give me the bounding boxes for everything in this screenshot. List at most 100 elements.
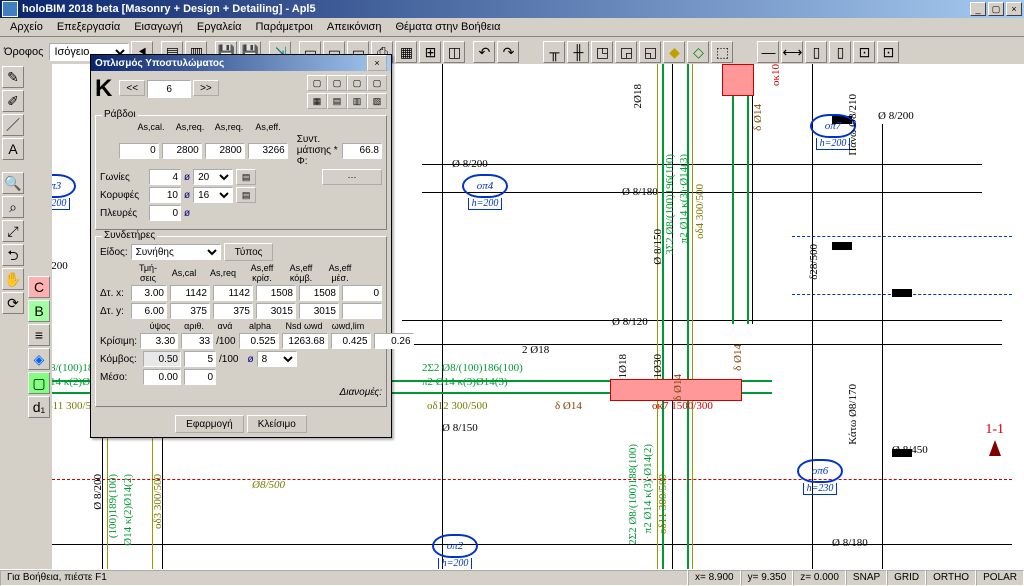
kr0[interactable] <box>140 333 178 349</box>
line-icon[interactable]: ／ <box>2 114 24 136</box>
menu-tools[interactable]: Εργαλεία <box>191 20 248 34</box>
mini-1[interactable]: ▢ <box>307 75 327 91</box>
edges-n[interactable] <box>149 187 181 203</box>
close-button[interactable]: × <box>1006 2 1022 16</box>
kr4[interactable] <box>282 333 328 349</box>
refresh-icon[interactable]: ⟳ <box>2 292 24 314</box>
pencil2-icon[interactable]: ✐ <box>2 90 24 112</box>
menu-file[interactable]: Αρχείο <box>4 20 49 34</box>
kv-d[interactable]: 8 <box>257 351 297 367</box>
edges-d[interactable]: 16 <box>193 187 233 203</box>
box4-icon[interactable]: ◆ <box>663 41 685 63</box>
dx2[interactable] <box>213 285 253 301</box>
undo-icon[interactable]: ↶ <box>473 41 495 63</box>
dialog-close-icon[interactable]: × <box>367 55 387 71</box>
corners-add[interactable]: ▤ <box>236 169 256 185</box>
box1-icon[interactable]: ◳ <box>591 41 613 63</box>
menu-insert[interactable]: Εισαγωγή <box>128 20 189 34</box>
dim6-icon[interactable]: ⊡ <box>877 41 899 63</box>
menu-params[interactable]: Παράμετροι <box>250 20 319 34</box>
stirrup-type-btn[interactable]: Τύπος <box>224 243 274 261</box>
dy5[interactable] <box>342 303 382 319</box>
zoom-area-icon[interactable]: ⌕ <box>2 196 24 218</box>
dim4-icon[interactable]: ▯ <box>829 41 851 63</box>
mini-7[interactable]: ▥ <box>347 93 367 109</box>
ms1[interactable] <box>184 369 216 385</box>
kr1[interactable] <box>181 333 213 349</box>
mini-8[interactable]: ▧ <box>367 93 387 109</box>
dx3[interactable] <box>256 285 296 301</box>
frame2-icon[interactable]: ╫ <box>567 41 589 63</box>
minimize-button[interactable]: _ <box>970 2 986 16</box>
pencil-icon[interactable]: ✎ <box>2 66 24 88</box>
menu-view[interactable]: Απεικόνιση <box>321 20 388 34</box>
menu-help[interactable]: Θέματα στην Βοήθεια <box>389 20 506 34</box>
redo-icon[interactable]: ↷ <box>497 41 519 63</box>
red-layer-icon[interactable]: C <box>28 276 50 298</box>
mini-4[interactable]: ▢ <box>367 75 387 91</box>
green-layer-icon[interactable]: B <box>28 300 50 322</box>
layer1-icon[interactable]: ≡ <box>28 324 50 346</box>
grid-icon[interactable]: ▦ <box>395 41 417 63</box>
bars-options[interactable]: ⋯ <box>322 169 382 185</box>
dx1[interactable] <box>170 285 210 301</box>
dim1-icon[interactable]: — <box>757 41 779 63</box>
mini-6[interactable]: ▤ <box>327 93 347 109</box>
dim2-icon[interactable]: ⟷ <box>781 41 803 63</box>
zoom-icon[interactable]: 🔍 <box>2 172 24 194</box>
mini-5[interactable]: ▦ <box>307 93 327 109</box>
status-snap[interactable]: SNAP <box>846 570 887 586</box>
kr5[interactable] <box>331 333 371 349</box>
zoom-prev-icon[interactable]: ⮌ <box>2 244 24 266</box>
ms0[interactable] <box>143 369 181 385</box>
dy1[interactable] <box>170 303 210 319</box>
sides-n[interactable] <box>149 205 181 221</box>
box3-icon[interactable]: ◱ <box>639 41 661 63</box>
edges-add[interactable]: ▤ <box>236 187 256 203</box>
rec-first[interactable]: << <box>119 80 145 96</box>
apply-button[interactable]: Εφαρμογή <box>175 415 244 433</box>
close-dialog-button[interactable]: Κλείσιμο <box>247 415 307 433</box>
dx0[interactable] <box>131 285 167 301</box>
diamond-icon[interactable]: ◈ <box>28 348 50 370</box>
box2-icon[interactable]: ◲ <box>615 41 637 63</box>
corners-n[interactable] <box>149 169 181 185</box>
dy2[interactable] <box>213 303 253 319</box>
dim5-icon[interactable]: ⊡ <box>853 41 875 63</box>
maximize-button[interactable]: ▢ <box>988 2 1004 16</box>
zoom-fit-icon[interactable]: ⤢ <box>2 220 24 242</box>
kr3[interactable] <box>239 333 279 349</box>
dx5[interactable] <box>342 285 382 301</box>
dim3-icon[interactable]: ▯ <box>805 41 827 63</box>
cube-icon[interactable]: ⬚ <box>711 41 733 63</box>
box5-icon[interactable]: ◇ <box>687 41 709 63</box>
dy3[interactable] <box>256 303 296 319</box>
status-polar[interactable]: POLAR <box>976 570 1024 586</box>
frame1-icon[interactable]: ╥ <box>543 41 565 63</box>
mini-3[interactable]: ▢ <box>347 75 367 91</box>
status-ortho[interactable]: ORTHO <box>926 570 976 586</box>
kv1[interactable] <box>184 351 216 367</box>
dx4[interactable] <box>299 285 339 301</box>
d1-icon[interactable]: d₁ <box>28 396 50 418</box>
stirrup-type[interactable]: Συνήθης <box>131 244 221 260</box>
as-req2[interactable] <box>205 143 245 159</box>
kr6[interactable] <box>374 333 414 349</box>
pan-icon[interactable]: ✋ <box>2 268 24 290</box>
corners-d[interactable]: 20 <box>193 169 233 185</box>
rec-last[interactable]: >> <box>193 80 219 96</box>
as-cal[interactable] <box>119 143 159 159</box>
mini-2[interactable]: ▢ <box>327 75 347 91</box>
dy4[interactable] <box>299 303 339 319</box>
mode-icon[interactable]: ⊞ <box>419 41 441 63</box>
as-req1[interactable] <box>162 143 202 159</box>
dy0[interactable] <box>131 303 167 319</box>
as-eff[interactable] <box>248 143 288 159</box>
chart-icon[interactable]: ◫ <box>443 41 465 63</box>
square-icon[interactable]: ▢ <box>28 372 50 394</box>
status-grid[interactable]: GRID <box>887 570 926 586</box>
text-icon[interactable]: A <box>2 138 24 160</box>
synt[interactable] <box>342 143 382 159</box>
menu-edit[interactable]: Επεξεργασία <box>51 20 126 34</box>
rec-number[interactable] <box>147 80 191 98</box>
